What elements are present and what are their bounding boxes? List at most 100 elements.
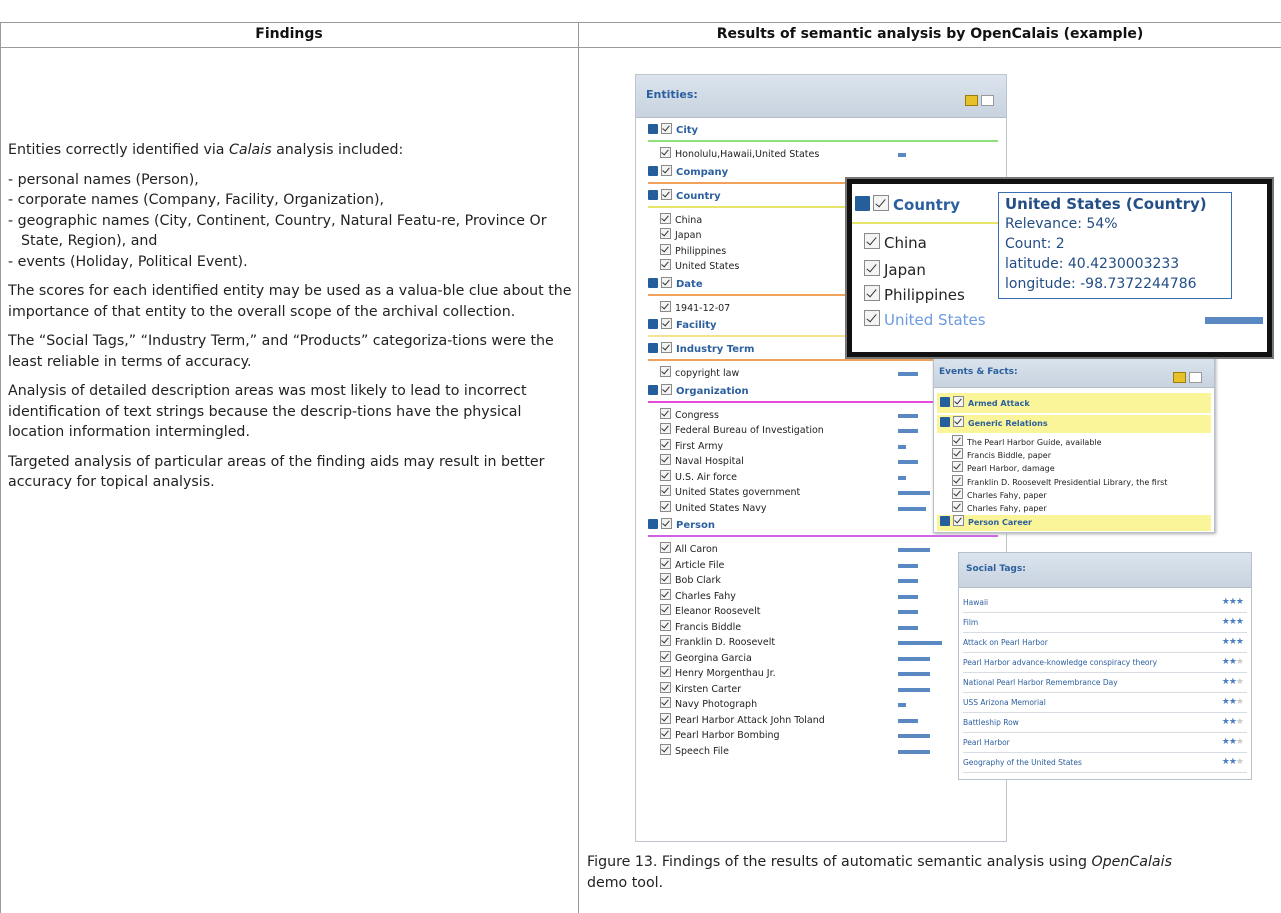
- list-item[interactable]: United States Navy: [660, 500, 767, 517]
- category-generic-relations[interactable]: Generic Relations: [940, 416, 1048, 432]
- checkbox-icon[interactable]: [661, 318, 672, 329]
- list-item[interactable]: Honolulu,Hawaii,United States: [660, 147, 819, 163]
- checkbox-icon[interactable]: [953, 515, 964, 526]
- checkbox-icon[interactable]: [952, 461, 963, 473]
- checkbox-icon[interactable]: [660, 588, 671, 600]
- list-item[interactable]: All Caron: [660, 542, 718, 558]
- list-item[interactable]: Eleanor Roosevelt: [660, 604, 761, 620]
- list-item[interactable]: Georgina Garcia: [660, 650, 752, 667]
- list-item[interactable]: Article File: [660, 557, 724, 574]
- checkbox-icon[interactable]: [660, 485, 671, 496]
- social-tag-row[interactable]: Attack on Pearl Harbor ★★★: [963, 633, 1247, 653]
- checkbox-icon[interactable]: [660, 243, 671, 255]
- checkbox-icon[interactable]: [660, 542, 671, 553]
- checkbox-icon[interactable]: [660, 697, 671, 708]
- checkbox-icon[interactable]: [660, 212, 671, 224]
- collapse-icon[interactable]: [855, 196, 870, 211]
- checkbox-icon[interactable]: [953, 416, 964, 427]
- checkbox-icon[interactable]: [660, 712, 671, 724]
- list-item[interactable]: United States: [660, 259, 739, 275]
- checkbox-icon[interactable]: [660, 619, 671, 631]
- category-facility[interactable]: Facility: [648, 318, 717, 334]
- checkbox-icon[interactable]: [660, 635, 671, 646]
- minimize-icon[interactable]: [965, 95, 978, 106]
- list-item[interactable]: Japan: [660, 228, 702, 244]
- category-armed-attack[interactable]: Armed Attack: [940, 396, 1030, 412]
- checkbox-icon[interactable]: [661, 276, 672, 288]
- list-item[interactable]: Charles Fahy: [660, 588, 736, 605]
- checkbox-icon[interactable]: [864, 233, 880, 249]
- list-item[interactable]: Japan: [864, 259, 926, 281]
- checkbox-icon[interactable]: [661, 123, 672, 134]
- collapse-icon[interactable]: [648, 189, 658, 200]
- list-item[interactable]: 1941-12-07: [660, 300, 730, 317]
- social-tag-row[interactable]: Geography of the United States ★★★: [963, 753, 1247, 773]
- list-item[interactable]: Francis Biddle: [660, 619, 741, 636]
- checkbox-icon[interactable]: [660, 300, 671, 312]
- category-organization[interactable]: Organization: [648, 383, 749, 400]
- category-date[interactable]: Date: [648, 276, 703, 293]
- list-item[interactable]: Philippines: [864, 284, 965, 306]
- checkbox-icon[interactable]: [952, 474, 963, 486]
- list-item[interactable]: Speech File: [660, 743, 729, 760]
- checkbox-icon[interactable]: [660, 650, 671, 662]
- checkbox-icon[interactable]: [660, 259, 671, 270]
- category-city[interactable]: City: [648, 123, 698, 139]
- minimize-icon[interactable]: [1173, 372, 1186, 383]
- list-item[interactable]: Naval Hospital: [660, 454, 744, 470]
- checkbox-icon[interactable]: [952, 487, 963, 499]
- social-tag-row[interactable]: USS Arizona Memorial ★★★: [963, 693, 1247, 713]
- checkbox-icon[interactable]: [661, 188, 672, 200]
- expand-icon[interactable]: [940, 516, 950, 526]
- checkbox-icon[interactable]: [660, 454, 671, 465]
- category-person-career[interactable]: Person Career: [940, 515, 1032, 531]
- list-item[interactable]: Bob Clark: [660, 573, 721, 589]
- list-item[interactable]: Congress: [660, 407, 719, 424]
- checkbox-icon[interactable]: [661, 164, 672, 176]
- list-item[interactable]: U.S. Air force: [660, 469, 737, 486]
- checkbox-icon[interactable]: [661, 342, 672, 353]
- checkbox-icon[interactable]: [661, 518, 672, 529]
- list-item[interactable]: Navy Photograph: [660, 697, 757, 713]
- category-country[interactable]: Country: [855, 194, 960, 216]
- list-item[interactable]: First Army: [660, 438, 723, 455]
- checkbox-icon[interactable]: [660, 743, 671, 755]
- list-item[interactable]: China: [660, 212, 702, 229]
- checkbox-icon[interactable]: [660, 604, 671, 615]
- collapse-icon[interactable]: [648, 519, 658, 529]
- checkbox-icon[interactable]: [864, 285, 880, 301]
- checkbox-icon[interactable]: [660, 147, 671, 158]
- checkbox-icon[interactable]: [660, 366, 671, 377]
- checkbox-icon[interactable]: [660, 228, 671, 239]
- list-item[interactable]: Henry Morgenthau Jr.: [660, 666, 776, 682]
- checkbox-icon[interactable]: [952, 435, 963, 446]
- collapse-icon[interactable]: [648, 384, 658, 395]
- list-item[interactable]: Pearl Harbor Bombing: [660, 728, 780, 744]
- collapse-icon[interactable]: [648, 124, 658, 134]
- checkbox-icon[interactable]: [864, 310, 880, 326]
- social-tag-row[interactable]: Film ★★★: [963, 613, 1247, 633]
- category-company[interactable]: Company: [648, 164, 728, 181]
- collapse-icon[interactable]: [940, 417, 950, 427]
- checkbox-icon[interactable]: [952, 448, 963, 460]
- social-tag-row[interactable]: Pearl Harbor ★★★: [963, 733, 1247, 753]
- maximize-icon[interactable]: [1189, 372, 1202, 383]
- collapse-icon[interactable]: [648, 319, 658, 329]
- category-person[interactable]: Person: [648, 518, 715, 534]
- category-industry[interactable]: Industry Term: [648, 342, 754, 358]
- checkbox-icon[interactable]: [873, 195, 889, 211]
- checkbox-icon[interactable]: [953, 396, 964, 407]
- checkbox-icon[interactable]: [660, 407, 671, 419]
- checkbox-icon[interactable]: [864, 260, 880, 276]
- list-item[interactable]: Pearl Harbor Attack John Toland: [660, 712, 825, 729]
- social-tag-row[interactable]: Hawaii ★★★: [963, 593, 1247, 613]
- checkbox-icon[interactable]: [952, 501, 963, 512]
- checkbox-icon[interactable]: [660, 728, 671, 739]
- collapse-icon[interactable]: [648, 165, 658, 176]
- social-tag-row[interactable]: Pearl Harbor advance-knowledge conspirac…: [963, 653, 1247, 673]
- list-item[interactable]: Kirsten Carter: [660, 681, 741, 698]
- list-item[interactable]: Philippines: [660, 243, 726, 260]
- social-tag-row[interactable]: Battleship Row ★★★: [963, 713, 1247, 733]
- collapse-icon[interactable]: [648, 277, 658, 288]
- checkbox-icon[interactable]: [660, 557, 671, 569]
